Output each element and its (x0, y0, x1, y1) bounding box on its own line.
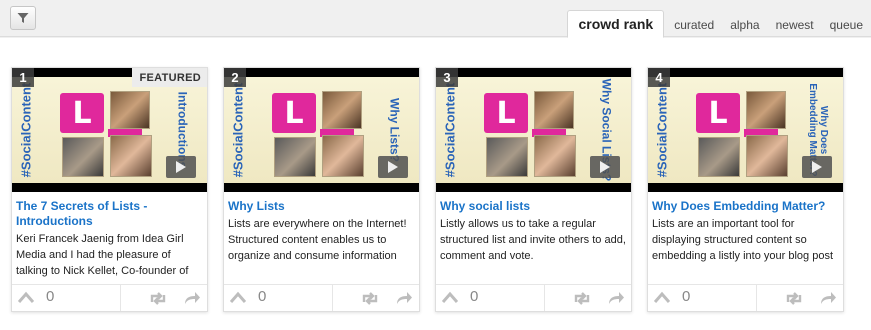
upvote-icon[interactable] (230, 291, 246, 305)
share-icon[interactable] (607, 291, 625, 305)
slide-side-title: Why Lists? (387, 97, 402, 163)
item-description: Keri Francek Jaenig from Idea Girl Media… (16, 233, 189, 277)
slide-hashtag: #SocialContent (230, 82, 246, 178)
share-icon[interactable] (183, 291, 201, 305)
item-footer: 0 (648, 284, 843, 311)
filter-icon (17, 13, 29, 23)
item-title[interactable]: Why Does Embedding Matter? (652, 199, 840, 214)
vote-count: 0 (258, 288, 267, 305)
item-title[interactable]: Why Lists (228, 199, 416, 214)
video-thumbnail[interactable]: #SocialContent L Introductions 1 FEATURE… (12, 68, 207, 192)
play-icon[interactable] (802, 156, 832, 178)
repost-icon[interactable] (149, 292, 167, 305)
tab-curated[interactable]: curated (666, 12, 722, 38)
filter-button[interactable] (10, 6, 36, 30)
share-icon[interactable] (819, 291, 837, 305)
item-footer: 0 (436, 284, 631, 311)
item-footer: 0 (12, 284, 207, 311)
photo (110, 135, 152, 177)
rank-badge: 2 (224, 68, 246, 87)
play-icon[interactable] (166, 156, 196, 178)
tab-queue[interactable]: queue (822, 12, 871, 38)
photo (110, 91, 150, 129)
video-thumbnail[interactable]: #SocialContent L Why Social Lists? 3 (436, 68, 631, 192)
list-items-area: #SocialContent L Introductions 1 FEATURE… (0, 38, 871, 330)
repost-icon[interactable] (785, 292, 803, 305)
photo (746, 91, 786, 129)
item-title[interactable]: The 7 Secrets of Lists - Introductions (16, 199, 204, 229)
slide-hashtag: #SocialContent (442, 82, 458, 178)
item-title[interactable]: Why social lists (440, 199, 628, 214)
upvote-icon[interactable] (654, 291, 670, 305)
photo (534, 135, 576, 177)
photo (322, 135, 364, 177)
photo (534, 91, 574, 129)
featured-badge: FEATURED (131, 68, 207, 87)
list-item-card[interactable]: #SocialContent L Why Lists? 2 Why Lists … (223, 67, 420, 312)
tab-crowd-rank[interactable]: crowd rank (567, 10, 665, 38)
slide-hashtag: #SocialContent (654, 82, 670, 178)
photo (698, 137, 740, 177)
repost-icon[interactable] (361, 292, 379, 305)
share-icon[interactable] (395, 291, 413, 305)
upvote-icon[interactable] (18, 291, 34, 305)
tab-newest[interactable]: newest (768, 12, 822, 38)
play-icon[interactable] (378, 156, 408, 178)
photo (746, 135, 788, 177)
list-item-card[interactable]: #SocialContent L Why Does Embedding Matt… (647, 67, 844, 312)
video-thumbnail[interactable]: #SocialContent L Why Lists? 2 (224, 68, 419, 192)
item-description: Lists are an important tool for displayi… (652, 218, 833, 262)
item-description: Listly allows us to take a regular struc… (440, 218, 626, 262)
list-item-card[interactable]: #SocialContent L Why Social Lists? 3 Why… (435, 67, 632, 312)
rank-badge: 1 (12, 68, 34, 87)
photo (486, 137, 528, 177)
item-description: Lists are everywhere on the Internet! St… (228, 218, 407, 262)
photo (322, 91, 362, 129)
tab-alpha[interactable]: alpha (722, 12, 767, 38)
upvote-icon[interactable] (442, 291, 458, 305)
listly-logo: L (696, 93, 740, 133)
listly-logo: L (484, 93, 528, 133)
photo (274, 137, 316, 177)
video-thumbnail[interactable]: #SocialContent L Why Does Embedding Matt… (648, 68, 843, 192)
rank-badge: 3 (436, 68, 458, 87)
vote-count: 0 (470, 288, 479, 305)
sort-tabs: crowd rank curated alpha newest queue (567, 10, 871, 38)
vote-count: 0 (46, 288, 55, 305)
repost-icon[interactable] (573, 292, 591, 305)
listly-logo: L (60, 93, 104, 133)
rank-badge: 4 (648, 68, 670, 87)
listly-logo: L (272, 93, 316, 133)
item-footer: 0 (224, 284, 419, 311)
toolbar: crowd rank curated alpha newest queue (0, 0, 871, 38)
list-item-card[interactable]: #SocialContent L Introductions 1 FEATURE… (11, 67, 208, 312)
slide-hashtag: #SocialContent (18, 82, 34, 178)
photo (62, 137, 104, 177)
vote-count: 0 (682, 288, 691, 305)
play-icon[interactable] (590, 156, 620, 178)
